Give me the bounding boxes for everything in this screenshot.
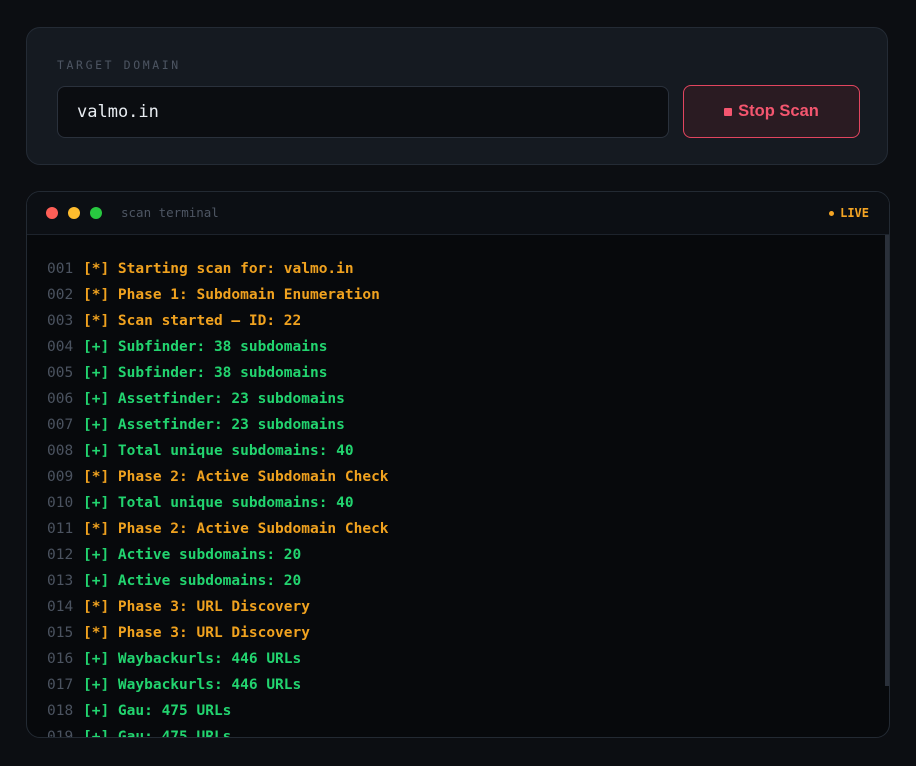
log-line-number: 019 <box>47 729 74 737</box>
target-domain-label: TARGET DOMAIN <box>57 58 181 72</box>
log-line-text: [+] Gau: 475 URLs <box>83 703 232 719</box>
log-line: 006 [+] Assetfinder: 23 subdomains <box>47 386 389 412</box>
log-line-number: 001 <box>47 261 74 277</box>
log-line-text: [+] Total unique subdomains: 40 <box>83 443 354 459</box>
log-line-number: 004 <box>47 339 74 355</box>
terminal-title: scan terminal <box>121 205 219 220</box>
live-status-badge: LIVE <box>829 206 869 220</box>
log-line-text: [*] Phase 2: Active Subdomain Check <box>83 521 389 537</box>
stop-scan-button[interactable]: Stop Scan <box>683 85 860 138</box>
log-line-number: 013 <box>47 573 74 589</box>
live-dot-icon <box>829 210 835 216</box>
log-line-text: [+] Subfinder: 38 subdomains <box>83 365 328 381</box>
close-window-dot-icon[interactable] <box>46 207 58 219</box>
target-domain-panel: TARGET DOMAIN Stop Scan <box>26 27 888 165</box>
log-line-text: [+] Waybackurls: 446 URLs <box>83 651 302 667</box>
log-line: 005 [+] Subfinder: 38 subdomains <box>47 360 389 386</box>
log-line-number: 012 <box>47 547 74 563</box>
terminal-log-area[interactable]: 001 [*] Starting scan for: valmo.in 002 [*]… <box>27 235 889 737</box>
minimize-window-dot-icon[interactable] <box>68 207 80 219</box>
domain-input[interactable] <box>57 86 669 138</box>
log-line-text: [+] Assetfinder: 23 subdomains <box>83 417 345 433</box>
log-line-number: 002 <box>47 287 74 303</box>
log-line-number: 006 <box>47 391 74 407</box>
log-line: 015 [*] Phase 3: URL Discovery <box>47 620 389 646</box>
log-line: 019 [+] Gau: 475 URLs <box>47 724 389 737</box>
log-line-text: [+] Active subdomains: 20 <box>83 547 302 563</box>
log-line-number: 014 <box>47 599 74 615</box>
log-line-number: 007 <box>47 417 74 433</box>
log-line-text: [+] Total unique subdomains: 40 <box>83 495 354 511</box>
log-line-text: [+] Assetfinder: 23 subdomains <box>83 391 345 407</box>
log-line: 018 [+] Gau: 475 URLs <box>47 698 389 724</box>
maximize-window-dot-icon[interactable] <box>90 207 102 219</box>
log-line-number: 010 <box>47 495 74 511</box>
log-line-number: 008 <box>47 443 74 459</box>
log-line-text: [+] Active subdomains: 20 <box>83 573 302 589</box>
log-line-number: 018 <box>47 703 74 719</box>
log-line-number: 015 <box>47 625 74 641</box>
log-line-text: [*] Phase 1: Subdomain Enumeration <box>83 287 380 303</box>
live-status-label: LIVE <box>840 206 869 220</box>
log-line-number: 017 <box>47 677 74 693</box>
log-line-text: [+] Subfinder: 38 subdomains <box>83 339 328 355</box>
terminal-header: scan terminal LIVE <box>27 192 889 235</box>
stop-icon <box>724 107 733 116</box>
log-line: 008 [+] Total unique subdomains: 40 <box>47 438 389 464</box>
stop-scan-label: Stop Scan <box>738 102 819 120</box>
scan-terminal: scan terminal LIVE 001 [*] Starting scan … <box>26 191 890 738</box>
log-list: 001 [*] Starting scan for: valmo.in 002 [*]… <box>47 256 389 737</box>
log-line-number: 005 <box>47 365 74 381</box>
log-line-number: 016 <box>47 651 74 667</box>
log-line: 017 [+] Waybackurls: 446 URLs <box>47 672 389 698</box>
log-line-text: [*] Starting scan for: valmo.in <box>83 261 354 277</box>
log-line-text: [*] Scan started — ID: 22 <box>83 313 302 329</box>
log-line-number: 011 <box>47 521 74 537</box>
log-line: 010 [+] Total unique subdomains: 40 <box>47 490 389 516</box>
scanner-page: TARGET DOMAIN Stop Scan scan terminal LI… <box>0 0 916 766</box>
log-line-text: [*] Phase 2: Active Subdomain Check <box>83 469 389 485</box>
log-line-text: [*] Phase 3: URL Discovery <box>83 599 310 615</box>
log-line-text: [*] Phase 3: URL Discovery <box>83 625 310 641</box>
log-line-number: 009 <box>47 469 74 485</box>
log-line-text: [+] Waybackurls: 446 URLs <box>83 677 302 693</box>
log-line: 007 [+] Assetfinder: 23 subdomains <box>47 412 389 438</box>
log-line: 009 [*] Phase 2: Active Subdomain Check <box>47 464 389 490</box>
log-line-number: 003 <box>47 313 74 329</box>
log-line-text: [+] Gau: 475 URLs <box>83 729 232 737</box>
log-line: 003 [*] Scan started — ID: 22 <box>47 308 389 334</box>
log-line: 001 [*] Starting scan for: valmo.in <box>47 256 389 282</box>
log-line: 013 [+] Active subdomains: 20 <box>47 568 389 594</box>
terminal-scrollbar[interactable] <box>885 235 889 686</box>
log-line: 002 [*] Phase 1: Subdomain Enumeration <box>47 282 389 308</box>
log-line: 012 [+] Active subdomains: 20 <box>47 542 389 568</box>
log-line: 004 [+] Subfinder: 38 subdomains <box>47 334 389 360</box>
log-line: 011 [*] Phase 2: Active Subdomain Check <box>47 516 389 542</box>
log-line: 014 [*] Phase 3: URL Discovery <box>47 594 389 620</box>
log-line: 016 [+] Waybackurls: 446 URLs <box>47 646 389 672</box>
